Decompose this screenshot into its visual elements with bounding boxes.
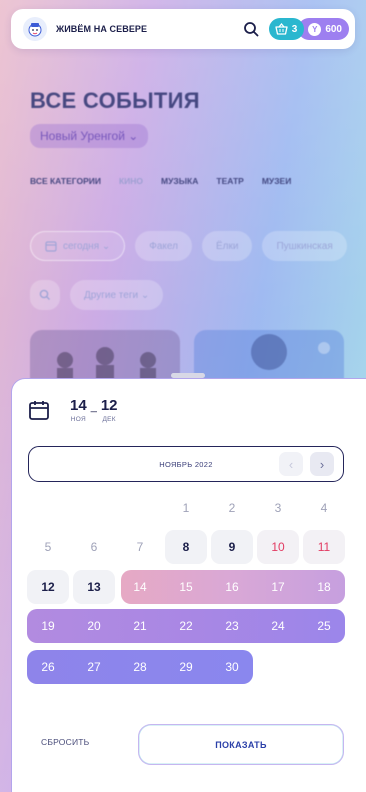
calendar-day-selected[interactable]: 25 bbox=[303, 609, 345, 643]
cart-count: 3 bbox=[291, 23, 298, 35]
calendar-day-selected[interactable]: 23 bbox=[211, 609, 253, 643]
basket-icon bbox=[275, 23, 288, 35]
calendar-day[interactable]: 13 bbox=[73, 570, 115, 604]
cart-button[interactable]: 3 bbox=[268, 18, 305, 40]
calendar-day-selected[interactable]: 14 bbox=[119, 570, 161, 604]
calendar-day-selected[interactable]: 29 bbox=[165, 650, 207, 684]
calendar-day-selected[interactable]: 16 bbox=[211, 570, 253, 604]
calendar-day-selected[interactable]: 30 bbox=[211, 650, 253, 684]
calendar-grid: 1 2 3 4 5 6 7 8 9 10 11 12 13 14 15 16 1… bbox=[27, 0, 347, 792]
calendar-day-selected[interactable]: 28 bbox=[119, 650, 161, 684]
calendar-day-selected[interactable]: 15 bbox=[165, 570, 207, 604]
calendar-day[interactable]: 9 bbox=[211, 530, 253, 564]
calendar-day[interactable]: 8 bbox=[165, 530, 207, 564]
calendar-day[interactable]: 4 bbox=[303, 491, 345, 525]
calendar-day[interactable]: 5 bbox=[27, 530, 69, 564]
calendar-day-selected[interactable]: 20 bbox=[73, 609, 115, 643]
calendar-day-selected[interactable]: 17 bbox=[257, 570, 299, 604]
calendar-day[interactable]: 6 bbox=[73, 530, 115, 564]
calendar-day-selected[interactable]: 26 bbox=[27, 650, 69, 684]
calendar-day-selected[interactable]: 22 bbox=[165, 609, 207, 643]
calendar-day-selected[interactable]: 24 bbox=[257, 609, 299, 643]
calendar-day-selected[interactable]: 19 bbox=[27, 609, 69, 643]
calendar-day[interactable]: 12 bbox=[27, 570, 69, 604]
calendar-day[interactable]: 1 bbox=[165, 491, 207, 525]
calendar-day-weekend[interactable]: 10 bbox=[257, 530, 299, 564]
reset-button[interactable]: СБРОСИТЬ bbox=[41, 737, 89, 747]
calendar-day[interactable]: 2 bbox=[211, 491, 253, 525]
calendar-day-selected[interactable]: 27 bbox=[73, 650, 115, 684]
calendar-day-selected[interactable]: 21 bbox=[119, 609, 161, 643]
calendar-day[interactable]: 7 bbox=[119, 530, 161, 564]
calendar-day-weekend[interactable]: 11 bbox=[303, 530, 345, 564]
calendar-day-selected[interactable]: 18 bbox=[303, 570, 345, 604]
calendar-day[interactable]: 3 bbox=[257, 491, 299, 525]
show-button[interactable]: ПОКАЗАТЬ bbox=[138, 724, 344, 765]
